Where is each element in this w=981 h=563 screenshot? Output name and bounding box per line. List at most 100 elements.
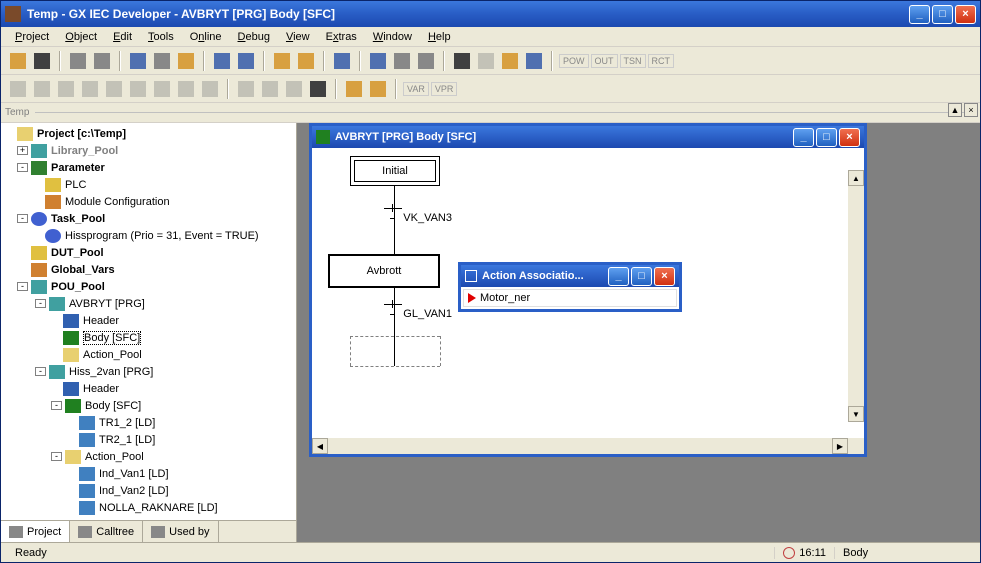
tree-nolla[interactable]: NOLLA_RAKNARE [LD] bbox=[99, 502, 218, 514]
sfc-minimize-button[interactable]: _ bbox=[793, 128, 814, 147]
tool2-i[interactable] bbox=[199, 78, 221, 100]
scroll-left-icon[interactable]: ◀ bbox=[312, 438, 328, 454]
tool-redo[interactable] bbox=[235, 50, 257, 72]
tree-actionpool2[interactable]: Action_Pool bbox=[85, 451, 144, 463]
menu-debug[interactable]: Debug bbox=[232, 29, 276, 45]
sfc-hscrollbar[interactable]: ◀ ▶ bbox=[312, 438, 864, 454]
tool-j[interactable] bbox=[523, 50, 545, 72]
sfc-body[interactable]: Initial VK_VAN3 Avbrott GL_VAN1 bbox=[312, 148, 864, 438]
tool-g[interactable] bbox=[451, 50, 473, 72]
collapse-icon[interactable]: - bbox=[35, 367, 46, 376]
tool2-j[interactable] bbox=[235, 78, 257, 100]
sfc-trans-glvan1[interactable]: GL_VAN1 bbox=[403, 308, 452, 320]
action-row-motor[interactable]: Motor_ner bbox=[463, 289, 677, 307]
menu-online[interactable]: Online bbox=[184, 29, 228, 45]
menu-view[interactable]: View bbox=[280, 29, 316, 45]
tool2-d[interactable] bbox=[79, 78, 101, 100]
tab-usedby[interactable]: Used by bbox=[143, 521, 218, 542]
tree-task[interactable]: Task_Pool bbox=[51, 213, 105, 225]
tool2-o[interactable] bbox=[367, 78, 389, 100]
sfc-step-initial[interactable]: Initial bbox=[350, 156, 440, 186]
tree-root[interactable]: Project [c:\Temp] bbox=[37, 128, 126, 140]
tree-header2[interactable]: Header bbox=[83, 383, 119, 395]
tree-dut[interactable]: DUT_Pool bbox=[51, 247, 104, 259]
action-maximize-button[interactable]: □ bbox=[631, 267, 652, 286]
tool-preview[interactable] bbox=[91, 50, 113, 72]
tool2-h[interactable] bbox=[175, 78, 197, 100]
action-titlebar[interactable]: Action Associatio... _ □ × bbox=[461, 265, 679, 287]
maximize-button[interactable]: □ bbox=[932, 5, 953, 24]
tree-actionpool[interactable]: Action_Pool bbox=[83, 349, 142, 361]
tree-library[interactable]: Library_Pool bbox=[51, 145, 118, 157]
tool-undo[interactable] bbox=[211, 50, 233, 72]
menu-extras[interactable]: Extras bbox=[320, 29, 363, 45]
tool-save[interactable] bbox=[31, 50, 53, 72]
tool2-b[interactable] bbox=[31, 78, 53, 100]
tool2-n[interactable] bbox=[343, 78, 365, 100]
sfc-titlebar[interactable]: AVBRYT [PRG] Body [SFC] _ □ × bbox=[312, 126, 864, 148]
menu-tools[interactable]: Tools bbox=[142, 29, 180, 45]
tree-avbryt[interactable]: AVBRYT [PRG] bbox=[69, 298, 145, 310]
collapse-icon[interactable]: - bbox=[17, 163, 28, 172]
sfc-step-avbrott[interactable]: Avbrott bbox=[328, 254, 440, 288]
collapse-icon[interactable]: - bbox=[17, 282, 28, 291]
pin-up-icon[interactable]: ▲ bbox=[948, 103, 962, 117]
tool-open[interactable] bbox=[7, 50, 29, 72]
tree-parameter[interactable]: Parameter bbox=[51, 162, 105, 174]
tab-project[interactable]: Project bbox=[1, 521, 70, 542]
tree-indvan2[interactable]: Ind_Van2 [LD] bbox=[99, 485, 169, 497]
tree-header[interactable]: Header bbox=[83, 315, 119, 327]
tool-c[interactable] bbox=[331, 50, 353, 72]
close-button[interactable]: × bbox=[955, 5, 976, 24]
scroll-down-icon[interactable]: ▼ bbox=[848, 406, 864, 422]
sfc-close-button[interactable]: × bbox=[839, 128, 860, 147]
sfc-trans-vkvan3[interactable]: VK_VAN3 bbox=[403, 212, 452, 224]
tool2-e[interactable] bbox=[103, 78, 125, 100]
menu-project[interactable]: Project bbox=[9, 29, 55, 45]
project-tree[interactable]: Project [c:\Temp] + Library_Pool - Paramet… bbox=[1, 123, 296, 520]
tool-h[interactable] bbox=[475, 50, 497, 72]
tool-e[interactable] bbox=[391, 50, 413, 72]
collapse-icon[interactable]: - bbox=[17, 214, 28, 223]
action-minimize-button[interactable]: _ bbox=[608, 267, 629, 286]
action-close-button[interactable]: × bbox=[654, 267, 675, 286]
collapse-icon[interactable]: - bbox=[51, 401, 62, 410]
tree-hissprogram[interactable]: Hissprogram (Prio = 31, Event = TRUE) bbox=[65, 230, 259, 242]
tree-global[interactable]: Global_Vars bbox=[51, 264, 115, 276]
tool2-l[interactable] bbox=[283, 78, 305, 100]
tool-copy[interactable] bbox=[151, 50, 173, 72]
tool2-m[interactable] bbox=[307, 78, 329, 100]
tree-module[interactable]: Module Configuration bbox=[65, 196, 170, 208]
tree-plc[interactable]: PLC bbox=[65, 179, 86, 191]
tree-hiss2van[interactable]: Hiss_2van [PRG] bbox=[69, 366, 153, 378]
tool2-k[interactable] bbox=[259, 78, 281, 100]
tool-paste[interactable] bbox=[175, 50, 197, 72]
pin-x-icon[interactable]: × bbox=[964, 103, 978, 117]
sfc-maximize-button[interactable]: □ bbox=[816, 128, 837, 147]
menu-help[interactable]: Help bbox=[422, 29, 457, 45]
tool-cut[interactable] bbox=[127, 50, 149, 72]
expand-icon[interactable]: + bbox=[17, 146, 28, 155]
tool-a[interactable] bbox=[271, 50, 293, 72]
tool2-a[interactable] bbox=[7, 78, 29, 100]
tool2-f[interactable] bbox=[127, 78, 149, 100]
collapse-icon[interactable]: - bbox=[51, 452, 62, 461]
tree-indvan1[interactable]: Ind_Van1 [LD] bbox=[99, 468, 169, 480]
tool-i[interactable] bbox=[499, 50, 521, 72]
scroll-up-icon[interactable]: ▲ bbox=[848, 170, 864, 186]
menu-window[interactable]: Window bbox=[367, 29, 418, 45]
tree-pou[interactable]: POU_Pool bbox=[51, 281, 105, 293]
tree-tr21[interactable]: TR2_1 [LD] bbox=[99, 434, 155, 446]
tool2-c[interactable] bbox=[55, 78, 77, 100]
tool-f[interactable] bbox=[415, 50, 437, 72]
sfc-vscrollbar[interactable]: ▲ ▼ bbox=[848, 170, 864, 422]
menu-edit[interactable]: Edit bbox=[107, 29, 138, 45]
tree-body-sfc2[interactable]: Body [SFC] bbox=[85, 400, 141, 412]
scroll-right-icon[interactable]: ▶ bbox=[832, 438, 848, 454]
collapse-icon[interactable]: - bbox=[35, 299, 46, 308]
minimize-button[interactable]: _ bbox=[909, 5, 930, 24]
menu-object[interactable]: Object bbox=[59, 29, 103, 45]
tool-print[interactable] bbox=[67, 50, 89, 72]
tool-d[interactable] bbox=[367, 50, 389, 72]
tool2-g[interactable] bbox=[151, 78, 173, 100]
